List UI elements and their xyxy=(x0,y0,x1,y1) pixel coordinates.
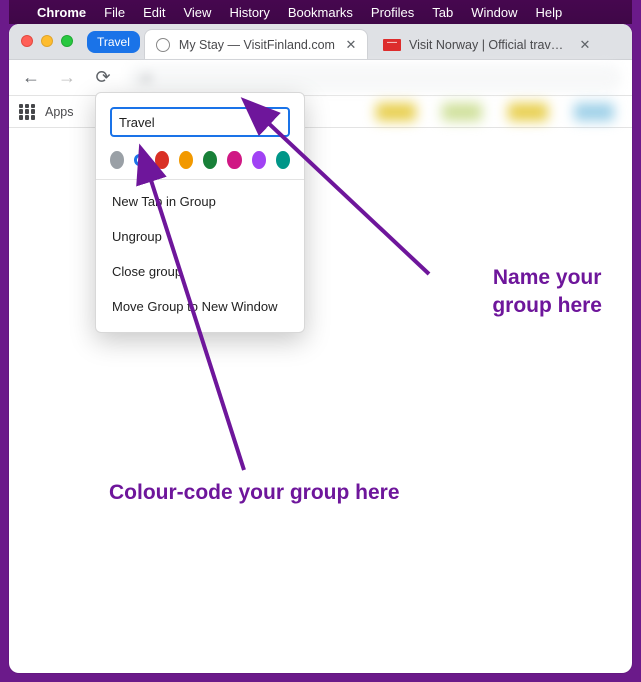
menu-new-tab-in-group[interactable]: New Tab in Group xyxy=(110,184,290,219)
menu-ungroup[interactable]: Ungroup xyxy=(110,219,290,254)
apps-label[interactable]: Apps xyxy=(45,105,74,119)
menubar-app-name[interactable]: Chrome xyxy=(37,5,86,20)
menu-window[interactable]: Window xyxy=(471,5,517,20)
color-option-orange[interactable] xyxy=(179,151,193,169)
menu-move-to-new-window[interactable]: Move Group to New Window xyxy=(110,289,290,324)
menu-view[interactable]: View xyxy=(183,5,211,20)
menu-tab[interactable]: Tab xyxy=(432,5,453,20)
tab-title: My Stay — VisitFinland.com xyxy=(179,38,335,52)
color-option-green[interactable] xyxy=(203,151,217,169)
annotation-color-label: Colour-code your group here xyxy=(109,479,400,507)
tab-group-chip-label: Travel xyxy=(97,35,130,49)
color-option-purple[interactable] xyxy=(252,151,266,169)
close-window-button[interactable] xyxy=(21,35,33,47)
color-option-red[interactable] xyxy=(155,151,169,169)
menu-file[interactable]: File xyxy=(104,5,125,20)
tab-visitfinland[interactable]: My Stay — VisitFinland.com ✕ xyxy=(144,29,368,59)
tab-title: Visit Norway | Official travel gu xyxy=(409,38,569,52)
close-tab-button[interactable]: ✕ xyxy=(577,37,593,53)
tab-visitnorway[interactable]: Visit Norway | Official travel gu ✕ xyxy=(372,29,602,59)
annotation-name-label: Name your group here xyxy=(492,264,602,321)
apps-grid-icon[interactable] xyxy=(19,104,35,120)
menu-help[interactable]: Help xyxy=(536,5,563,20)
color-option-teal[interactable] xyxy=(276,151,290,169)
chrome-window: Travel My Stay — VisitFinland.com ✕ Visi… xyxy=(9,24,632,673)
group-color-picker xyxy=(110,151,290,169)
menu-profiles[interactable]: Profiles xyxy=(371,5,414,20)
tab-group-chip[interactable]: Travel xyxy=(87,31,140,53)
menu-bookmarks[interactable]: Bookmarks xyxy=(288,5,353,20)
address-bar[interactable]: uk xyxy=(127,64,622,92)
tab-group-context-menu: New Tab in Group Ungroup Close group Mov… xyxy=(95,92,305,333)
minimize-window-button[interactable] xyxy=(41,35,53,47)
back-button[interactable]: ← xyxy=(19,66,43,90)
browser-toolbar: ← → ⟳ uk xyxy=(9,60,632,96)
menu-edit[interactable]: Edit xyxy=(143,5,165,20)
color-option-blue[interactable] xyxy=(134,154,145,166)
maximize-window-button[interactable] xyxy=(61,35,73,47)
macos-menubar: Chrome File Edit View History Bookmarks … xyxy=(9,0,632,24)
omnibox-text: uk xyxy=(139,70,153,85)
tabstrip: Travel My Stay — VisitFinland.com ✕ Visi… xyxy=(9,24,632,60)
menu-history[interactable]: History xyxy=(229,5,269,20)
forward-button[interactable]: → xyxy=(55,66,79,90)
color-option-grey[interactable] xyxy=(110,151,124,169)
color-option-pink[interactable] xyxy=(227,151,241,169)
group-name-input[interactable] xyxy=(110,107,290,137)
menu-close-group[interactable]: Close group xyxy=(110,254,290,289)
favicon-norway-icon xyxy=(383,39,401,51)
window-traffic-lights xyxy=(21,35,73,47)
blurred-bookmarks xyxy=(376,103,614,121)
reload-button[interactable]: ⟳ xyxy=(91,66,115,90)
close-tab-button[interactable]: ✕ xyxy=(343,37,359,53)
menu-divider xyxy=(96,179,304,180)
favicon-circle-icon xyxy=(155,37,171,53)
